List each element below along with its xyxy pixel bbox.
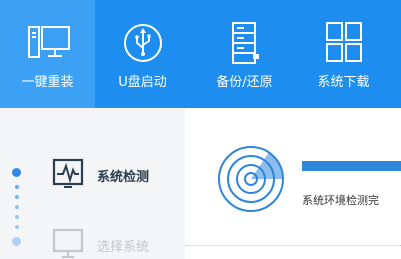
monitor-icon <box>0 20 95 68</box>
pulse-monitor-icon <box>52 158 84 194</box>
step-system-check: 系统检测 <box>52 158 182 190</box>
backup-icon <box>197 20 292 68</box>
step-select-system: 选择系统 <box>52 228 182 259</box>
current-step-dot <box>12 168 21 177</box>
step-dot <box>14 225 19 229</box>
monitor-icon <box>52 228 84 259</box>
nav-label: 系统下载 <box>317 75 370 90</box>
divider <box>185 245 401 246</box>
progress-bar <box>302 161 401 171</box>
step-dot <box>14 195 19 199</box>
step-dot <box>14 185 19 189</box>
step-dot <box>14 215 19 219</box>
nav-label: U盘启动 <box>118 75 167 90</box>
step-label: 选择系统 <box>97 240 150 255</box>
nav-item-one-click-reinstall[interactable]: 一键重装 <box>0 0 95 108</box>
nav-label: 备份/还原 <box>216 75 273 90</box>
usb-icon <box>95 20 190 68</box>
grid-icon <box>296 20 391 68</box>
nav-label: 一键重装 <box>21 75 74 90</box>
step-dot <box>14 205 19 209</box>
top-navigation-bar: 一键重装 U盘启动 备份/还原 系统下载 <box>0 0 401 108</box>
radar-scan-icon <box>217 145 285 217</box>
nav-item-usb-boot[interactable]: U盘启动 <box>95 0 190 108</box>
nav-item-system-download[interactable]: 系统下载 <box>296 0 391 108</box>
step-progress-dots <box>11 168 23 259</box>
nav-item-backup-restore[interactable]: 备份/还原 <box>197 0 292 108</box>
status-text: 系统环境检测完 <box>302 194 379 207</box>
pending-step-dot <box>12 237 21 246</box>
step-label: 系统检测 <box>97 170 150 185</box>
